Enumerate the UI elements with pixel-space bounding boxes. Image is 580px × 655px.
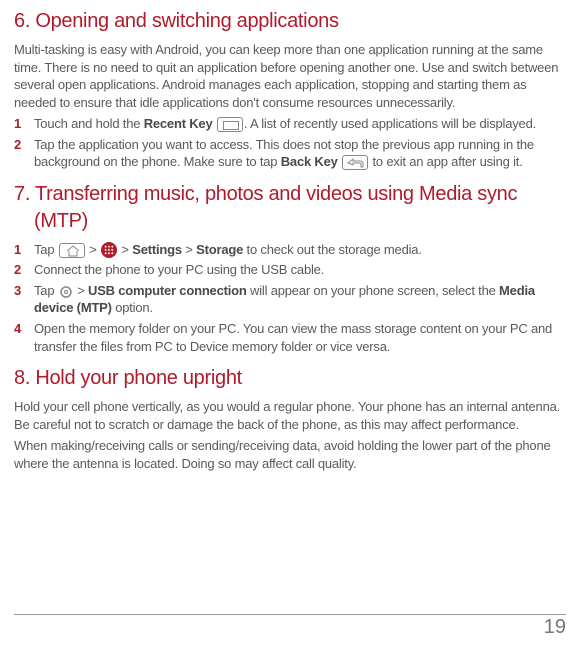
home-key-icon (59, 243, 85, 258)
usb-connection-label: USB computer connection (88, 283, 247, 298)
section-6-steps: 1 Touch and hold the Recent Key . A list… (14, 115, 566, 171)
recent-key-label: Recent Key (144, 116, 216, 131)
step-text: Open the memory folder on your PC. You c… (34, 321, 552, 354)
step-7-2: 2 Connect the phone to your PC using the… (14, 261, 566, 279)
step-number: 2 (14, 136, 21, 154)
step-6-1: 1 Touch and hold the Recent Key . A list… (14, 115, 566, 133)
step-text-post: . A list of recently used applications w… (244, 116, 536, 131)
section-8-heading: 8. Hold your phone upright (14, 365, 566, 392)
section-7-heading: 7. Transferring music, photos and videos… (34, 181, 566, 235)
recent-key-icon (217, 117, 243, 132)
settings-label: Settings (132, 242, 182, 257)
step-number: 1 (14, 241, 21, 259)
step-7-1: 1 Tap > > Settings > Storage to check ou… (14, 241, 566, 259)
step-6-2: 2 Tap the application you want to access… (14, 136, 566, 171)
step-text-post: to check out the storage media. (243, 242, 422, 257)
gt: > (86, 242, 100, 257)
section-8-para1: Hold your cell phone vertically, as you … (14, 398, 566, 433)
step-number: 2 (14, 261, 21, 279)
step-text-pre: Tap (34, 242, 58, 257)
step-7-4: 4 Open the memory folder on your PC. You… (14, 320, 566, 355)
back-key-icon (342, 155, 368, 170)
step-text-mid: will appear on your phone screen, select… (247, 283, 499, 298)
back-key-label: Back Key (281, 154, 341, 169)
step-text-post: to exit an app after using it. (369, 154, 523, 169)
step-text-pre: Touch and hold the (34, 116, 144, 131)
step-text-pre: Tap (34, 283, 58, 298)
gt: > (118, 242, 132, 257)
section-6-heading: 6. Opening and switching applications (14, 8, 566, 35)
page-rule (14, 614, 566, 615)
step-7-3: 3 Tap > USB computer connection will app… (14, 282, 566, 317)
section-7-steps: 1 Tap > > Settings > Storage to check ou… (14, 241, 566, 355)
step-number: 4 (14, 320, 21, 338)
gt-mid: > (182, 242, 196, 257)
step-text: Connect the phone to your PC using the U… (34, 262, 324, 277)
step-number: 3 (14, 282, 21, 300)
apps-icon (101, 242, 117, 258)
step-text-post: option. (112, 300, 153, 315)
step-number: 1 (14, 115, 21, 133)
page-number: 19 (544, 614, 566, 641)
settings-gear-icon (59, 285, 73, 299)
section-6-intro: Multi-tasking is easy with Android, you … (14, 41, 566, 111)
storage-label: Storage (196, 242, 243, 257)
gt: > (74, 283, 88, 298)
section-8-para2: When making/receiving calls or sending/r… (14, 437, 566, 472)
